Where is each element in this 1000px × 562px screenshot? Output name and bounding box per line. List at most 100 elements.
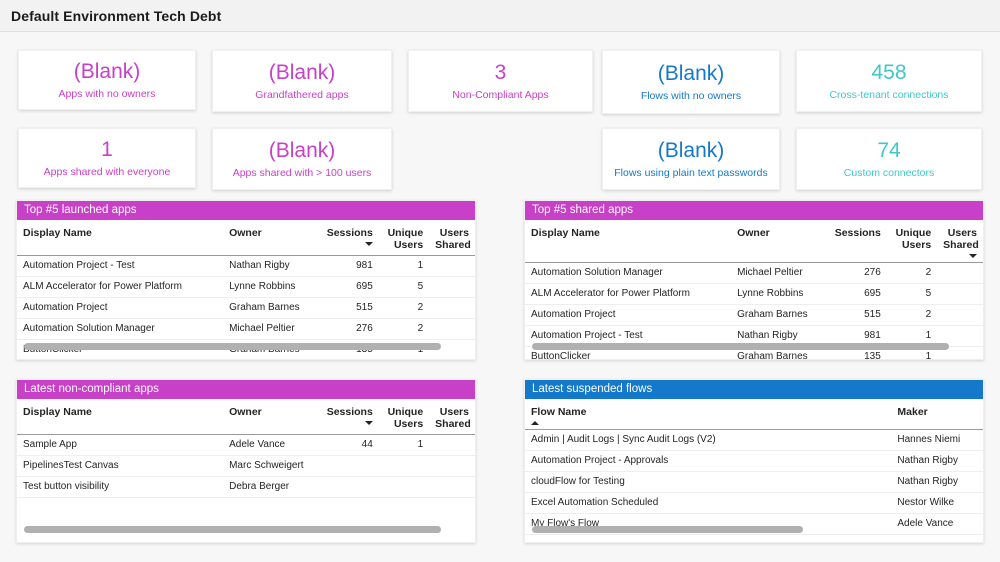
horizontal-scrollbar[interactable] [24,526,468,533]
column-header[interactable]: Sessions [319,399,379,435]
column-header[interactable]: Display Name [17,399,223,435]
table-cell [379,477,429,498]
table-cell: 515 [827,305,887,326]
table-row[interactable]: PipelinesTest CanvasMarc Schweigert [17,456,475,477]
kpi-card-flows-with-no-owners[interactable]: (Blank) Flows with no owners [602,50,780,114]
data-table: Display NameOwnerSessionsUnique UsersUse… [525,220,983,360]
window-titlebar: Default Environment Tech Debt [0,0,1000,32]
column-header[interactable]: Users Shared [429,220,475,256]
table-cell: 276 [827,263,887,284]
table-cell: Graham Barnes [731,305,827,326]
table-cell: 44 [319,435,379,456]
kpi-card-flows-plain-text-passwords[interactable]: (Blank)Flows using plain text passwords [602,128,780,190]
table-cell [429,477,475,498]
column-header[interactable]: Owner [223,220,319,256]
table-header-row: Display NameOwner Sessions Unique UsersUse… [17,399,475,435]
kpi-value: 74 [877,138,900,163]
table-cell: Automation Project [17,298,223,319]
table-row[interactable]: ALM Accelerator for Power PlatformLynne … [17,277,475,298]
column-header[interactable]: Users Shared [937,220,983,263]
kpi-card-apps-shared-with-100-users[interactable]: (Blank) Apps shared with > 100 users [212,128,392,190]
column-header[interactable]: Owner [731,220,827,263]
column-header[interactable]: Display Name [525,220,731,263]
sort-descending-icon[interactable] [365,421,373,425]
table-row[interactable]: cloudFlow for TestingNathan Rigby [525,472,983,493]
table-cell: Excel Automation Scheduled [525,493,891,514]
table-cell: 5 [379,277,429,298]
table-header-row: Display NameOwnerSessionsUnique UsersUse… [525,220,983,263]
column-header[interactable]: Display Name [17,220,223,256]
table-cell [937,263,983,284]
kpi-value: (Blank) [658,61,725,86]
sort-descending-icon[interactable] [969,254,977,258]
table-card-title: Top #5 shared apps [525,201,983,220]
kpi-card-grandfathered-apps[interactable]: (Blank)Grandfathered apps [212,50,392,112]
column-header-label: Owner [229,227,262,239]
column-header[interactable]: Flow Name [525,399,891,430]
table-cell [319,477,379,498]
table-row[interactable]: Excel Automation ScheduledNestor Wilke [525,493,983,514]
table-row[interactable]: Automation ProjectGraham Barnes5152 [525,305,983,326]
table-cell [429,456,475,477]
column-header[interactable]: Unique Users [379,220,429,256]
column-header-label: Users Shared [435,227,471,251]
column-header[interactable]: Maker [891,399,983,430]
table-cell: Nestor Wilke [891,493,983,514]
table-row[interactable]: Automation ProjectGraham Barnes5152 [17,298,475,319]
kpi-card-custom-connectors[interactable]: 74 Custom connectors [796,128,982,190]
column-header-label: Sessions [327,406,373,418]
column-header[interactable]: Users Shared [429,399,475,435]
table-row[interactable]: Automation Solution ManagerMichael Pelti… [17,319,475,340]
table-card-title: Latest suspended flows [525,380,983,399]
column-header-label: Sessions [327,227,373,239]
kpi-card-cross-tenant-connections[interactable]: 458 Cross-tenant connections [796,50,982,112]
kpi-label: Cross-tenant connections [829,88,948,102]
column-header[interactable]: Unique Users [887,220,937,263]
table-card-top-5-shared-apps: Top #5 shared appsDisplay NameOwnerSessi… [524,200,984,360]
table-cell: Automation Solution Manager [17,319,223,340]
kpi-label: Custom connectors [844,166,934,180]
kpi-card-non-compliant-apps[interactable]: 3Non-Compliant Apps [408,50,593,112]
kpi-card-apps-shared-with-everyone[interactable]: 1Apps shared with everyone [18,128,196,188]
scrollbar-thumb[interactable] [24,526,441,533]
table-cell: Lynne Robbins [731,284,827,305]
table-row[interactable]: Admin | Audit Logs | Sync Audit Logs (V2… [525,430,983,451]
table-cell: Nathan Rigby [891,451,983,472]
table-row[interactable]: ALM Accelerator for Power PlatformLynne … [525,284,983,305]
table-row[interactable]: Test button visibilityDebra Berger [17,477,475,498]
table-cell: Lynne Robbins [223,277,319,298]
table-cell: 2 [887,263,937,284]
horizontal-scrollbar[interactable] [532,343,976,350]
table-cell [429,435,475,456]
column-header[interactable]: Sessions [827,220,887,263]
table-cell: 276 [319,319,379,340]
table-cell: Debra Berger [223,477,319,498]
table-cell: 695 [319,277,379,298]
table-row[interactable]: Automation Solution ManagerMichael Pelti… [525,263,983,284]
table-row[interactable]: Automation Project - TestNathan Rigby981… [17,256,475,277]
table-row[interactable]: Sample AppAdele Vance441 [17,435,475,456]
kpi-value: (Blank) [269,138,336,163]
kpi-card-apps-with-no-owners[interactable]: (Blank)Apps with no owners [18,50,196,110]
scrollbar-thumb[interactable] [532,343,949,350]
table-cell: Automation Project - Approvals [525,451,891,472]
table-cell [379,456,429,477]
column-header-label: Display Name [23,227,92,239]
scrollbar-thumb[interactable] [24,343,441,350]
column-header-label: Unique Users [388,227,424,251]
column-header[interactable]: Owner [223,399,319,435]
horizontal-scrollbar[interactable] [24,343,468,350]
sort-ascending-icon[interactable] [531,421,539,425]
sort-descending-icon[interactable] [365,242,373,246]
column-header[interactable]: Unique Users [379,399,429,435]
kpi-value: 458 [871,60,906,85]
scrollbar-thumb[interactable] [532,526,803,533]
table-row[interactable]: Automation Project - ApprovalsNathan Rig… [525,451,983,472]
horizontal-scrollbar[interactable] [532,526,976,533]
table-cell [429,256,475,277]
table-cell: Sample App [17,435,223,456]
column-header[interactable]: Sessions [319,220,379,256]
kpi-label: Apps shared with > 100 users [233,166,372,180]
column-header-label: Users Shared [943,227,979,251]
kpi-label: Flows with no owners [641,89,741,103]
